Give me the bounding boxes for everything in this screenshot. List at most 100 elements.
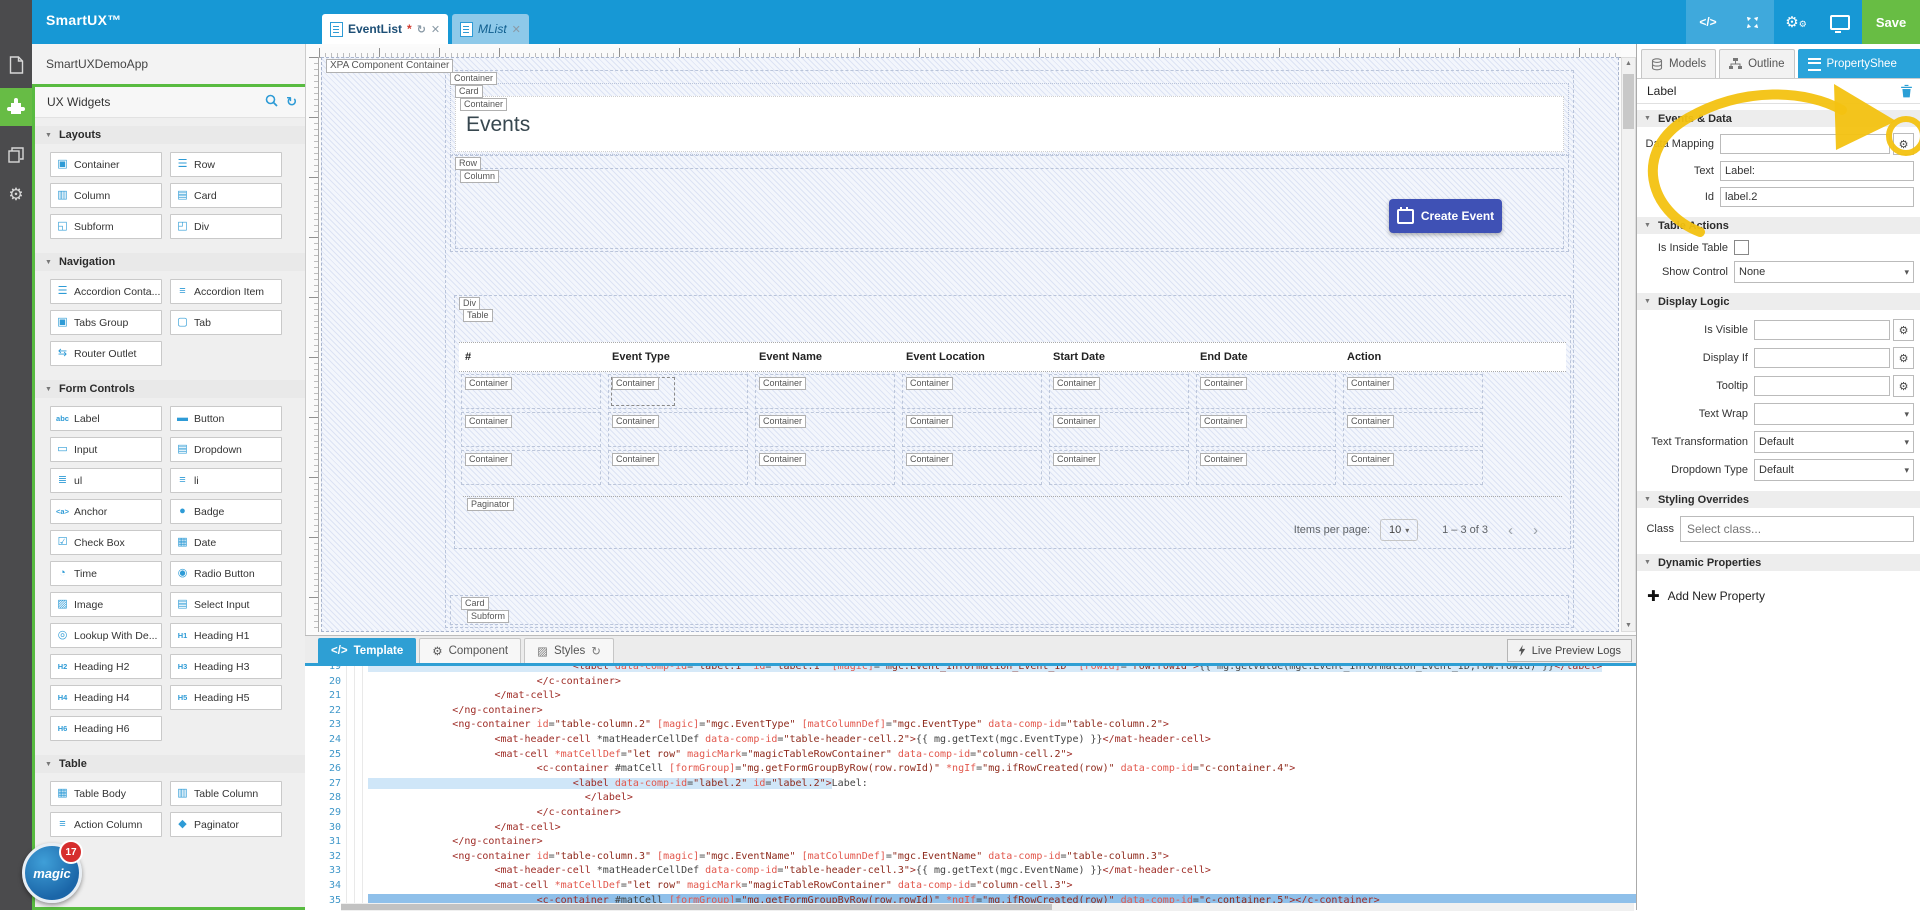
save-button[interactable]: Save: [1862, 0, 1920, 44]
table-cell[interactable]: Container: [608, 412, 748, 447]
table-cell[interactable]: Container: [902, 374, 1042, 409]
events-card[interactable]: Card Container Events: [450, 83, 1569, 155]
refresh-icon[interactable]: ↻: [591, 644, 601, 658]
code-line-28[interactable]: </label>: [368, 791, 1636, 806]
widget-item-heading-h6[interactable]: H6 Heading H6: [50, 716, 162, 741]
table-cell[interactable]: Container: [461, 450, 601, 485]
widget-item-input[interactable]: ▭ Input: [50, 437, 162, 462]
table-cell[interactable]: Container: [1049, 412, 1189, 447]
code-line-23[interactable]: <ng-container id="table-column.2" [magic…: [368, 718, 1636, 733]
paginator-section[interactable]: Paginator Items per page: 10 ▾ 1 – 3 of 3…: [463, 496, 1562, 559]
table-cell[interactable]: Container: [1049, 450, 1189, 485]
section-header-form-controls[interactable]: ▼ Form Controls: [35, 380, 305, 398]
widget-item-date[interactable]: ▦ Date: [170, 530, 282, 555]
table-cell[interactable]: Container: [461, 374, 601, 409]
table-cell[interactable]: Container: [1343, 374, 1483, 409]
refresh-icon[interactable]: ↻: [286, 94, 297, 110]
code-line-24[interactable]: <mat-header-cell *matHeaderCellDef data-…: [368, 733, 1636, 748]
widget-item-container[interactable]: ▣ Container: [50, 152, 162, 177]
widget-item-tab[interactable]: ▢ Tab: [170, 310, 282, 335]
table-cell[interactable]: Container: [755, 374, 895, 409]
table-cell[interactable]: Container: [1196, 374, 1336, 409]
widget-item-accordion-item[interactable]: ≡ Accordion Item: [170, 279, 282, 304]
display-if-gear-button[interactable]: ⚙: [1893, 347, 1914, 369]
div-section[interactable]: Div Table # Event Type Event Name Event Loc…: [454, 295, 1571, 549]
table-cell[interactable]: Container: [902, 450, 1042, 485]
tab-outline[interactable]: Outline: [1719, 49, 1795, 78]
collapse-icon[interactable]: ▼: [1644, 559, 1651, 566]
dropdown-type-select[interactable]: Default: [1754, 459, 1914, 481]
expand-button[interactable]: [1730, 0, 1774, 44]
text-wrap-select[interactable]: [1754, 403, 1914, 425]
widget-item-action-column[interactable]: ≡ Action Column: [50, 812, 162, 837]
collapse-icon[interactable]: ▼: [1644, 496, 1651, 503]
text-transformation-select[interactable]: Default: [1754, 431, 1914, 453]
display-if-input[interactable]: [1754, 348, 1890, 368]
widget-item-check-box[interactable]: ☑ Check Box: [50, 530, 162, 555]
widget-item-heading-h5[interactable]: H5 Heading H5: [170, 685, 282, 710]
tab-mlist[interactable]: MList ✕: [452, 14, 529, 44]
widget-item-table-column[interactable]: ▥ Table Column: [170, 781, 282, 806]
widget-item-badge[interactable]: ● Badge: [170, 499, 282, 524]
scrollbar-thumb[interactable]: [341, 904, 1053, 910]
widget-item-button[interactable]: ▬ Button: [170, 406, 282, 431]
tab-models[interactable]: Models: [1641, 49, 1717, 78]
code-line-22[interactable]: </ng-container>: [368, 704, 1636, 719]
widget-item-card[interactable]: ▤ Card: [170, 183, 282, 208]
scroll-up-icon[interactable]: ▲: [1622, 60, 1635, 67]
settings-gears-button[interactable]: ⚙⚙: [1774, 0, 1818, 44]
table-section[interactable]: Table # Event Type Event Name Event Locatio…: [459, 308, 1566, 544]
table-cell[interactable]: Container: [608, 374, 748, 409]
widget-item-column[interactable]: ▥ Column: [50, 183, 162, 208]
code-editor[interactable]: 19 20 21 22 23 24 25 26 27 28 29 30 31 32 33 34 35 <labe…: [305, 666, 1636, 903]
tooltip-input[interactable]: [1754, 376, 1890, 396]
widget-item-paginator[interactable]: ◆ Paginator: [170, 812, 282, 837]
widget-item-label[interactable]: abc Label: [50, 406, 162, 431]
row-section[interactable]: Row Column Create Event: [450, 155, 1569, 252]
data-mapping-gear-button[interactable]: ⚙: [1893, 133, 1914, 155]
table-cell[interactable]: Container: [902, 412, 1042, 447]
widget-item-heading-h3[interactable]: H3 Heading H3: [170, 654, 282, 679]
code-line-25[interactable]: <mat-cell *matCellDef="let row" magicMar…: [368, 748, 1636, 763]
page-size-select[interactable]: 10 ▾: [1380, 519, 1419, 541]
scrollbar-thumb[interactable]: [1623, 74, 1634, 129]
widget-item-heading-h1[interactable]: H1 Heading H1: [170, 623, 282, 648]
table-cell[interactable]: Container: [1343, 450, 1483, 485]
close-icon[interactable]: ✕: [431, 23, 440, 36]
code-view-button[interactable]: </>: [1686, 0, 1730, 44]
canvas-scrollbar[interactable]: ▲ ▼: [1621, 57, 1636, 632]
code-line-27[interactable]: <label data-comp-id="label.2" id="label.…: [368, 777, 1636, 792]
close-icon[interactable]: ✕: [512, 23, 521, 36]
widget-item-table-body[interactable]: ▦ Table Body: [50, 781, 162, 806]
widget-item-lookup-with-de[interactable]: ◎ Lookup With De...: [50, 623, 162, 648]
collapse-icon[interactable]: ▼: [1644, 115, 1651, 122]
widget-item-heading-h2[interactable]: H2 Heading H2: [50, 654, 162, 679]
code-line-26[interactable]: <c-container #matCell [formGroup]="mg.ge…: [368, 762, 1636, 777]
show-control-select[interactable]: None: [1734, 261, 1914, 283]
widget-item-image[interactable]: ▨ Image: [50, 592, 162, 617]
code-line-34[interactable]: <mat-cell *matCellDef="let row" magicMar…: [368, 879, 1636, 894]
pages-icon[interactable]: [0, 138, 32, 172]
is-inside-table-checkbox[interactable]: [1734, 240, 1749, 255]
widget-item-anchor[interactable]: <a> Anchor: [50, 499, 162, 524]
section-header-navigation[interactable]: ▼ Navigation: [35, 253, 305, 271]
add-new-property-button[interactable]: ✚ Add New Property: [1647, 587, 1920, 605]
search-icon[interactable]: [265, 94, 278, 110]
bottom-card-section[interactable]: Card Subform: [450, 595, 1569, 625]
tab-propertysheet[interactable]: PropertyShee: [1797, 49, 1920, 78]
code-line-21[interactable]: </mat-cell>: [368, 689, 1636, 704]
code-line-32[interactable]: <ng-container id="table-column.3" [magic…: [368, 850, 1636, 865]
text-input[interactable]: [1720, 161, 1914, 181]
live-preview-logs-button[interactable]: Live Preview Logs: [1506, 639, 1632, 662]
code-line-20[interactable]: </c-container>: [368, 675, 1636, 690]
section-header-table[interactable]: ▼ Table: [35, 755, 305, 773]
code-line-33[interactable]: <mat-header-cell *matHeaderCellDef data-…: [368, 864, 1636, 879]
table-cell[interactable]: Container: [608, 450, 748, 485]
widget-item-tabs-group[interactable]: ▣ Tabs Group: [50, 310, 162, 335]
code-line-29[interactable]: </c-container>: [368, 806, 1636, 821]
tab-component[interactable]: ⚙ Component: [419, 638, 522, 663]
widget-item-radio-button[interactable]: ◉ Radio Button: [170, 561, 282, 586]
collapse-icon[interactable]: ▼: [1644, 222, 1651, 229]
code-line-35[interactable]: <c-container #matCell [formGroup]="mg.ge…: [368, 893, 1636, 903]
code-line-30[interactable]: </mat-cell>: [368, 821, 1636, 836]
